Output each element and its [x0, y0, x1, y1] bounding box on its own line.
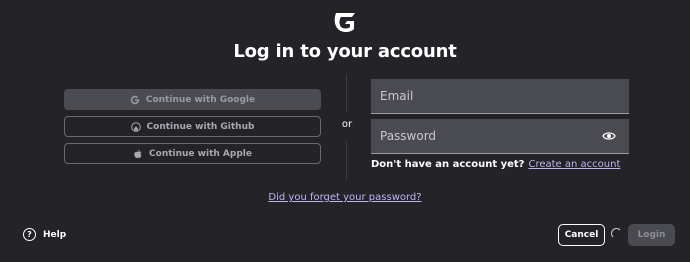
create-account-link[interactable]: Create an account: [528, 159, 620, 170]
or-separator: or: [341, 119, 353, 130]
page-title: Log in to your account: [233, 41, 457, 62]
email-placeholder: Email: [380, 89, 414, 103]
apple-button-label: Continue with Apple: [149, 148, 252, 159]
google-icon: [130, 95, 139, 104]
vertical-divider-bottom: [346, 142, 347, 180]
password-field[interactable]: Password: [371, 119, 629, 154]
g-logo-icon: [334, 13, 355, 32]
loading-spinner-icon: [611, 228, 622, 239]
password-placeholder: Password: [380, 129, 437, 143]
continue-with-github-button[interactable]: Continue with Github: [64, 116, 321, 137]
google-button-label: Continue with Google: [145, 94, 256, 105]
email-field[interactable]: Email: [371, 79, 629, 114]
vertical-divider-top: [346, 74, 347, 112]
eye-icon[interactable]: [602, 130, 616, 142]
help-label: Help: [43, 229, 67, 240]
signup-prompt: Don't have an account yet? Create an acco…: [371, 159, 620, 170]
continue-with-apple-button[interactable]: Continue with Apple: [64, 143, 321, 164]
github-icon: [130, 121, 141, 132]
github-button-label: Continue with Github: [146, 121, 255, 132]
apple-icon: [134, 149, 142, 158]
help-button[interactable]: ? Help: [23, 228, 66, 241]
continue-with-google-button[interactable]: Continue with Google: [64, 89, 321, 110]
forgot-password-link[interactable]: Did you forget your password?: [0, 192, 690, 203]
login-button[interactable]: Login: [628, 224, 675, 246]
signup-prompt-text: Don't have an account yet?: [371, 159, 525, 170]
question-circle-icon: ?: [23, 228, 36, 241]
cancel-button[interactable]: Cancel: [558, 224, 605, 246]
